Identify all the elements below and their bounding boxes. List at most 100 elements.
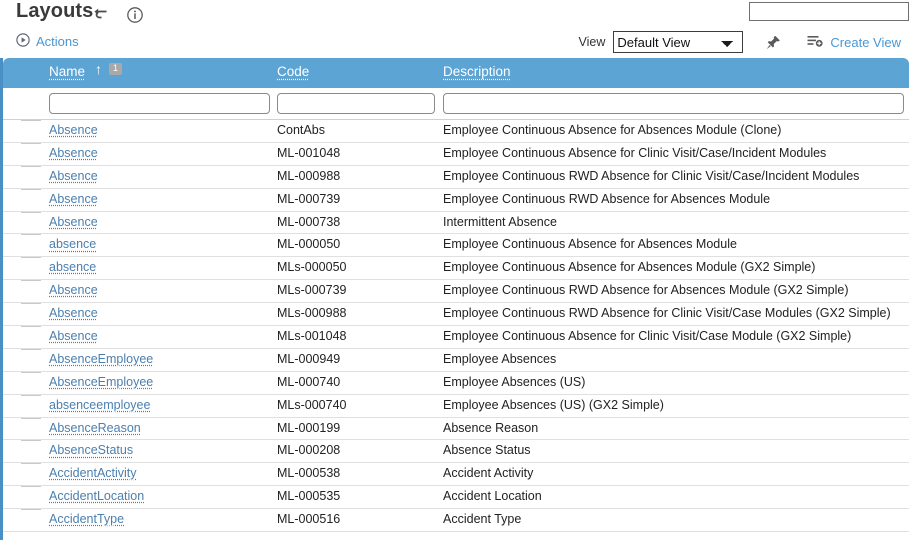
table-row[interactable]: AccidentLocation ML-000535 Accident Locati… bbox=[3, 486, 909, 510]
cell-code: ML-000988 bbox=[277, 168, 341, 183]
sort-indicator[interactable]: ↑ 1 bbox=[95, 61, 123, 77]
cell-code: ML-000738 bbox=[277, 214, 341, 229]
table-row[interactable]: absenceemployee MLs-000740 Employee Absenc… bbox=[3, 394, 909, 418]
table-row[interactable]: Absence MLs-000988 Employee Continuous RWD… bbox=[3, 303, 909, 327]
cell-description: Employee Continuous Absence for Clinic V… bbox=[443, 145, 827, 160]
cell-description: Accident Activity bbox=[443, 466, 534, 481]
row-marker bbox=[21, 486, 41, 488]
info-icon[interactable] bbox=[126, 6, 144, 24]
row-marker bbox=[21, 326, 41, 328]
layouts-grid: Name ↑ 1 Code Description Absence ContAbs… bbox=[0, 58, 909, 540]
cell-code: ML-000516 bbox=[277, 512, 341, 527]
cell-description: Employee Continuous Absence for Absences… bbox=[443, 237, 737, 252]
filter-input-code[interactable] bbox=[277, 93, 435, 114]
cell-code: ML-000949 bbox=[277, 351, 341, 366]
table-row[interactable]: absence ML-000050 Employee Continuous Abse… bbox=[3, 234, 909, 258]
row-marker bbox=[21, 348, 41, 350]
cell-code: MLs-000739 bbox=[277, 283, 347, 298]
cell-description: Employee Absences bbox=[443, 351, 557, 366]
column-header-name[interactable]: Name bbox=[49, 64, 85, 79]
table-row[interactable]: AbsenceReason ML-000199 Absence Reason bbox=[3, 417, 909, 441]
table-row[interactable]: Absence MLs-001048 Employee Continuous Abs… bbox=[3, 326, 909, 349]
cell-name-link[interactable]: AbsenceEmployee bbox=[49, 375, 153, 389]
page-header: Layouts bbox=[0, 0, 909, 30]
row-marker bbox=[21, 417, 41, 419]
grid-filter-row bbox=[3, 88, 909, 120]
actions-label: Actions bbox=[36, 34, 79, 49]
row-marker bbox=[21, 280, 41, 282]
column-header-description[interactable]: Description bbox=[443, 64, 511, 79]
cell-name-link[interactable]: Absence bbox=[49, 146, 98, 160]
cell-name-link[interactable]: AbsenceEmployee bbox=[49, 352, 153, 366]
cell-name-link[interactable]: Absence bbox=[49, 192, 98, 206]
table-row[interactable]: AbsenceStatus ML-000208 Absence Status bbox=[3, 440, 909, 464]
sort-ascending-icon: ↑ bbox=[95, 61, 102, 77]
cell-name-link[interactable]: AccidentLocation bbox=[49, 489, 144, 503]
table-row[interactable]: AbsenceEmployee ML-000949 Employee Absence… bbox=[3, 348, 909, 372]
cell-code: ML-000199 bbox=[277, 420, 341, 435]
cell-description: Intermittent Absence bbox=[443, 214, 557, 229]
row-marker bbox=[21, 234, 41, 236]
filter-input-name[interactable] bbox=[49, 93, 270, 114]
cell-name-link[interactable]: AbsenceReason bbox=[49, 421, 141, 435]
sort-order-badge: 1 bbox=[109, 63, 123, 75]
view-select[interactable]: Default View bbox=[613, 31, 744, 53]
row-marker bbox=[21, 509, 41, 511]
cell-description: Accident Location bbox=[443, 489, 542, 504]
cell-description: Employee Continuous RWD Absence for Clin… bbox=[443, 168, 860, 183]
row-marker bbox=[21, 211, 41, 213]
create-view-button[interactable]: Create View bbox=[807, 34, 901, 51]
cell-name-link[interactable]: Absence bbox=[49, 283, 98, 297]
row-marker bbox=[21, 303, 41, 305]
grid-header-row: Name ↑ 1 Code Description bbox=[3, 58, 909, 88]
cell-description: Employee Continuous Absence for Absences… bbox=[443, 123, 782, 137]
cell-name-link[interactable]: Absence bbox=[49, 306, 98, 320]
row-marker bbox=[21, 142, 41, 144]
table-row[interactable]: Absence ML-001048 Employee Continuous Abse… bbox=[3, 142, 909, 166]
return-arrow-icon[interactable] bbox=[92, 6, 110, 24]
pin-icon[interactable] bbox=[763, 32, 783, 52]
list-add-icon bbox=[807, 34, 824, 51]
cell-name-link[interactable]: Absence bbox=[49, 169, 98, 183]
cell-name-link[interactable]: Absence bbox=[49, 215, 98, 229]
cell-description: Employee Continuous RWD Absence for Clin… bbox=[443, 306, 891, 321]
row-marker bbox=[21, 463, 41, 465]
cell-description: Employee Absences (US) bbox=[443, 374, 586, 389]
row-marker bbox=[21, 120, 41, 121]
cell-name-link[interactable]: absence bbox=[49, 237, 96, 251]
table-row[interactable]: Absence ML-000988 Employee Continuous RWD … bbox=[3, 165, 909, 189]
actions-button[interactable]: Actions bbox=[16, 33, 79, 50]
view-label: View bbox=[578, 35, 606, 49]
table-row[interactable]: Absence ContAbs Employee Continuous Absenc… bbox=[3, 120, 909, 143]
column-header-code[interactable]: Code bbox=[277, 64, 309, 79]
row-marker bbox=[21, 440, 41, 442]
cell-name-link[interactable]: absenceemployee bbox=[49, 398, 150, 412]
cell-name-link[interactable]: Absence bbox=[49, 123, 98, 137]
cell-code: MLs-001048 bbox=[277, 329, 347, 344]
table-row[interactable]: AbsenceEmployee ML-000740 Employee Absence… bbox=[3, 371, 909, 395]
create-view-label: Create View bbox=[830, 34, 901, 50]
cell-name-link[interactable]: Absence bbox=[49, 329, 98, 343]
global-search-input[interactable] bbox=[749, 2, 909, 21]
cell-code: MLs-000740 bbox=[277, 397, 347, 412]
cell-name-link[interactable]: absence bbox=[49, 260, 96, 274]
table-row[interactable]: AccidentType ML-000516 Accident Type bbox=[3, 509, 909, 533]
cell-description: Accident Type bbox=[443, 512, 522, 527]
cell-code: ContAbs bbox=[277, 123, 325, 137]
table-row[interactable]: absence MLs-000050 Employee Continuous Abs… bbox=[3, 257, 909, 281]
filter-input-description[interactable] bbox=[443, 93, 904, 114]
row-marker bbox=[21, 257, 41, 259]
table-row[interactable]: Absence ML-000738 Intermittent Absence bbox=[3, 211, 909, 235]
view-controls: View Default View Create View bbox=[579, 31, 909, 53]
cell-code: ML-000208 bbox=[277, 443, 341, 458]
cell-name-link[interactable]: AbsenceStatus bbox=[49, 443, 133, 457]
row-marker bbox=[21, 394, 41, 396]
table-row[interactable]: Absence MLs-000739 Employee Continuous RWD… bbox=[3, 280, 909, 304]
row-marker bbox=[21, 188, 41, 190]
table-row[interactable]: AccidentActivity ML-000538 Accident Activi… bbox=[3, 463, 909, 487]
play-circle-icon bbox=[16, 33, 30, 50]
cell-name-link[interactable]: AccidentType bbox=[49, 512, 124, 526]
table-row[interactable]: Absence ML-000739 Employee Continuous RWD … bbox=[3, 188, 909, 212]
cell-code: ML-001048 bbox=[277, 145, 341, 160]
cell-name-link[interactable]: AccidentActivity bbox=[49, 466, 137, 480]
